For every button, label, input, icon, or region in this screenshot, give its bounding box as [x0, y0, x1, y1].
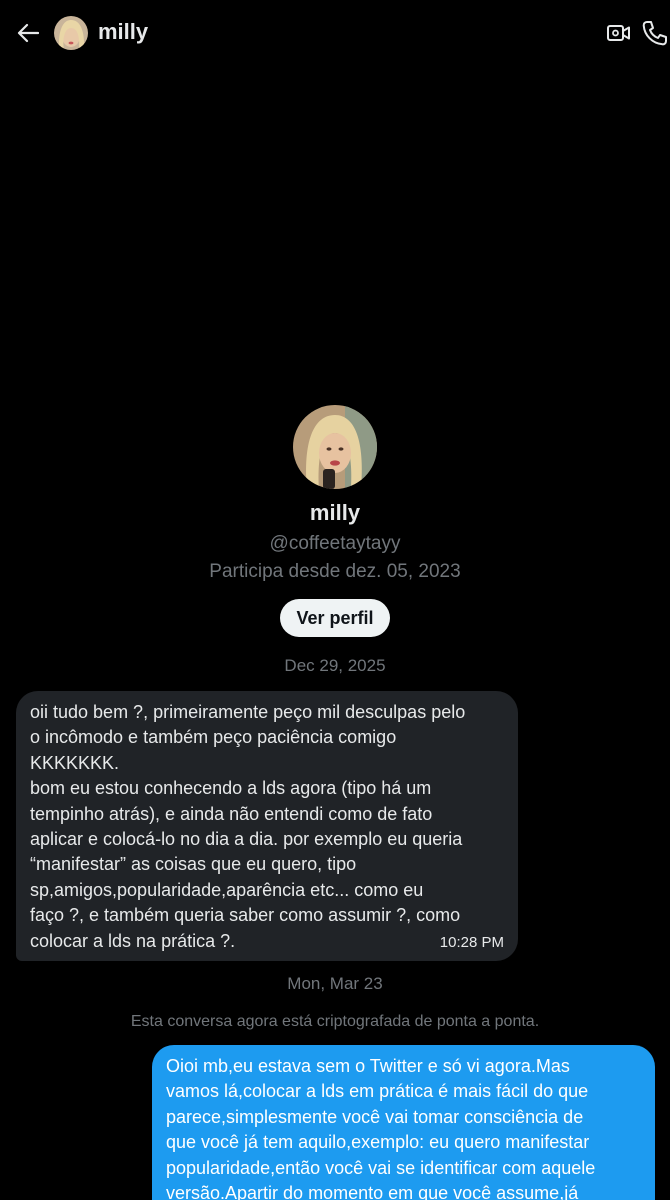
profile-avatar[interactable] — [293, 405, 377, 489]
profile-handle: @coffeetaytayy — [269, 533, 401, 554]
message-text: Oioi mb,eu estava sem o Twitter e só vi … — [166, 1056, 596, 1200]
back-button[interactable] — [14, 19, 42, 47]
encryption-notice: Esta conversa agora está criptografada d… — [130, 1013, 540, 1030]
header-avatar[interactable] — [54, 16, 88, 50]
phone-icon — [642, 21, 667, 46]
message-text: oii tudo bem ?, primeiramente peço mil d… — [30, 702, 466, 951]
date-separator: Mon, Mar 23 — [287, 974, 383, 993]
incoming-message[interactable]: oii tudo bem ?, primeiramente peço mil d… — [16, 691, 518, 961]
phone-call-button[interactable] — [641, 19, 667, 47]
video-call-button[interactable] — [606, 20, 632, 46]
date-separator: Dec 29, 2025 — [284, 656, 386, 675]
header-name[interactable]: milly — [98, 19, 148, 45]
profile-name: milly — [309, 500, 361, 525]
profile-joined-date: Participa desde dez. 05, 2023 — [209, 561, 461, 582]
profile-card: milly @coffeetaytayy Participa desde dez… — [0, 405, 670, 637]
view-profile-button[interactable]: Ver perfil — [280, 599, 390, 637]
outgoing-message[interactable]: Oioi mb,eu estava sem o Twitter e só vi … — [152, 1045, 655, 1200]
conversation-header: milly — [0, 0, 670, 66]
back-arrow-icon — [17, 23, 39, 43]
video-call-icon — [607, 25, 630, 41]
message-timestamp: 10:28 PM — [439, 934, 504, 951]
